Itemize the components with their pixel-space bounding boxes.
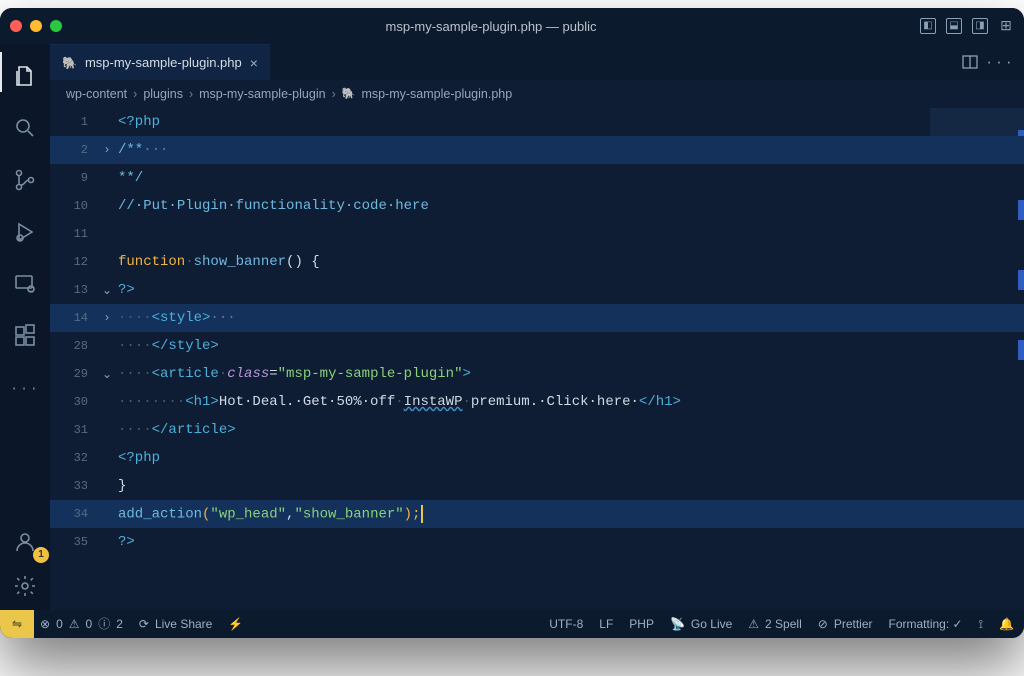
line-number: 10 bbox=[50, 199, 100, 213]
activity-bar: ··· 1 bbox=[0, 44, 50, 610]
fold-expanded-icon[interactable]: ⌄ bbox=[100, 367, 114, 382]
warning-icon: ⚠ bbox=[748, 618, 759, 630]
more-actions-icon[interactable]: ··· bbox=[992, 54, 1008, 70]
line-number: 31 bbox=[50, 423, 100, 437]
close-tab-button[interactable]: × bbox=[250, 56, 258, 70]
info-icon: ⓘ bbox=[98, 618, 110, 630]
split-editor-icon[interactable] bbox=[962, 54, 978, 70]
php-file-icon: 🐘 bbox=[62, 57, 77, 69]
status-formatting[interactable]: Formatting: ✓ bbox=[889, 618, 963, 630]
fold-expanded-icon[interactable]: ⌄ bbox=[100, 283, 114, 298]
line-number: 2 bbox=[50, 143, 100, 157]
status-bar: ⇋ ⊗0 ⚠0 ⓘ2 ⟳ Live Share ⚡ UTF-8 LF PHP 📡… bbox=[0, 610, 1024, 638]
status-spell[interactable]: ⚠ 2 Spell bbox=[748, 618, 801, 630]
text-cursor bbox=[421, 505, 423, 523]
toggle-secondary-sidebar-icon[interactable]: ◨ bbox=[972, 18, 988, 34]
line-number: 12 bbox=[50, 255, 100, 269]
crumb-file[interactable]: msp-my-sample-plugin.php bbox=[361, 88, 512, 101]
window-title: msp-my-sample-plugin.php — public bbox=[62, 20, 920, 33]
editor-window: msp-my-sample-plugin.php — public ◧ ⬓ ◨ … bbox=[0, 8, 1024, 638]
tab-label: msp-my-sample-plugin.php bbox=[85, 56, 242, 69]
editor-actions: ··· bbox=[962, 44, 1024, 80]
editor-area[interactable]: 1<?php 2›/**··· 9**/ 10//·Put·Plugin·fun… bbox=[50, 108, 1024, 610]
crumb-plugin-folder[interactable]: msp-my-sample-plugin bbox=[199, 88, 325, 101]
line-number: 9 bbox=[50, 171, 100, 185]
chevron-right-icon: › bbox=[189, 88, 193, 101]
status-ports-icon[interactable]: ⟟ bbox=[979, 618, 983, 630]
line-number: 33 bbox=[50, 479, 100, 493]
window-minimize-button[interactable] bbox=[30, 20, 42, 32]
line-number: 13 bbox=[50, 283, 100, 297]
error-icon: ⊗ bbox=[40, 618, 50, 630]
fold-collapsed-icon[interactable]: › bbox=[100, 143, 114, 157]
broadcast-icon: 📡 bbox=[670, 618, 685, 630]
status-encoding[interactable]: UTF-8 bbox=[549, 618, 583, 630]
status-problems[interactable]: ⊗0 ⚠0 ⓘ2 bbox=[40, 618, 123, 630]
crumb-wp-content[interactable]: wp-content bbox=[66, 88, 127, 101]
line-number: 1 bbox=[50, 115, 100, 129]
line-number: 11 bbox=[50, 227, 100, 241]
breadcrumbs[interactable]: wp-content › plugins › msp-my-sample-plu… bbox=[50, 80, 1024, 108]
status-bolt-icon[interactable]: ⚡ bbox=[228, 618, 243, 630]
status-language[interactable]: PHP bbox=[629, 618, 654, 630]
toggle-panel-icon[interactable]: ⬓ bbox=[946, 18, 962, 34]
remote-indicator[interactable]: ⇋ bbox=[0, 610, 34, 638]
status-prettier[interactable]: ⊘ Prettier bbox=[818, 618, 873, 630]
prettier-icon: ⊘ bbox=[818, 618, 828, 630]
extensions-icon[interactable] bbox=[13, 324, 37, 348]
line-number: 28 bbox=[50, 339, 100, 353]
titlebar: msp-my-sample-plugin.php — public ◧ ⬓ ◨ … bbox=[0, 8, 1024, 44]
fold-collapsed-icon[interactable]: › bbox=[100, 311, 114, 325]
chevron-right-icon: › bbox=[133, 88, 137, 101]
layout-toggles: ◧ ⬓ ◨ ⊞ bbox=[920, 18, 1014, 34]
explorer-icon[interactable] bbox=[13, 64, 37, 88]
window-zoom-button[interactable] bbox=[50, 20, 62, 32]
line-number: 30 bbox=[50, 395, 100, 409]
line-number: 34 bbox=[50, 507, 100, 521]
warning-icon: ⚠ bbox=[69, 618, 80, 630]
crumb-plugins[interactable]: plugins bbox=[143, 88, 183, 101]
more-views-icon[interactable]: ··· bbox=[13, 376, 37, 400]
toggle-primary-sidebar-icon[interactable]: ◧ bbox=[920, 18, 936, 34]
status-go-live[interactable]: 📡 Go Live bbox=[670, 618, 732, 630]
tab-active-file[interactable]: 🐘 msp-my-sample-plugin.php × bbox=[50, 44, 270, 80]
editor-group: 🐘 msp-my-sample-plugin.php × ··· wp-cont… bbox=[50, 44, 1024, 610]
source-control-icon[interactable] bbox=[13, 168, 37, 192]
window-body: ··· 1 🐘 msp-my-sample-plugin.php × bbox=[0, 44, 1024, 610]
chevron-right-icon: › bbox=[332, 88, 336, 101]
line-number: 35 bbox=[50, 535, 100, 549]
live-share-icon: ⟳ bbox=[139, 618, 149, 630]
line-number: 32 bbox=[50, 451, 100, 465]
editor-scroll[interactable]: 1<?php 2›/**··· 9**/ 10//·Put·Plugin·fun… bbox=[50, 108, 1024, 610]
line-number: 14 bbox=[50, 311, 100, 325]
search-icon[interactable] bbox=[13, 116, 37, 140]
status-eol[interactable]: LF bbox=[599, 618, 613, 630]
php-file-icon: 🐘 bbox=[342, 89, 356, 100]
tabs-row: 🐘 msp-my-sample-plugin.php × ··· bbox=[50, 44, 1024, 80]
status-bell-icon[interactable]: 🔔 bbox=[999, 618, 1014, 630]
traffic-lights bbox=[10, 20, 62, 32]
settings-badge: 1 bbox=[33, 547, 49, 563]
window-close-button[interactable] bbox=[10, 20, 22, 32]
remote-explorer-icon[interactable] bbox=[13, 272, 37, 296]
settings-gear-icon[interactable] bbox=[13, 574, 37, 598]
customize-layout-icon[interactable]: ⊞ bbox=[998, 18, 1014, 34]
run-debug-icon[interactable] bbox=[13, 220, 37, 244]
status-live-share[interactable]: ⟳ Live Share bbox=[139, 618, 212, 630]
line-number: 29 bbox=[50, 367, 100, 381]
